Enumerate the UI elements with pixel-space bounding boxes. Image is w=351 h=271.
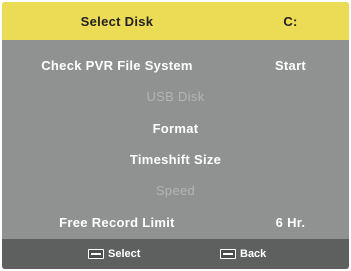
footer-back-label: Back [240, 248, 267, 260]
usb-disk-label: USB Disk [146, 89, 205, 104]
select-disk-value: C: [283, 13, 298, 29]
free-record-limit-value: 6 Hr. [275, 215, 306, 230]
menu-row-usb-disk: USB Disk [2, 82, 349, 111]
footer-select-hint: Select [88, 248, 140, 260]
menu-row-speed: Speed [2, 176, 349, 205]
footer-hint-bar: Select Back [2, 239, 349, 269]
timeshift-size-label: Timeshift Size [129, 152, 222, 167]
check-pvr-label: Check PVR File System [41, 58, 193, 73]
menu-row-timeshift-size[interactable]: Timeshift Size [2, 145, 349, 174]
menu-key-icon [220, 249, 236, 259]
menu-row-free-record-limit[interactable]: Free Record Limit 6 Hr. [2, 208, 349, 237]
select-disk-label: Select Disk [80, 13, 154, 29]
menu-row-select-disk[interactable]: Select Disk C: [2, 2, 349, 40]
check-pvr-value: Start [274, 58, 307, 73]
free-record-limit-label: Free Record Limit [59, 215, 175, 230]
footer-select-label: Select [108, 248, 141, 260]
menu-row-format[interactable]: Format [2, 114, 349, 143]
footer-back-hint: Back [220, 248, 266, 260]
menu-row-check-pvr[interactable]: Check PVR File System Start [2, 51, 349, 80]
format-label: Format [152, 121, 199, 136]
speed-label: Speed [155, 183, 196, 198]
enter-key-icon [88, 249, 104, 259]
pvr-settings-menu: Select Disk C: Check PVR File System Sta… [2, 2, 349, 269]
